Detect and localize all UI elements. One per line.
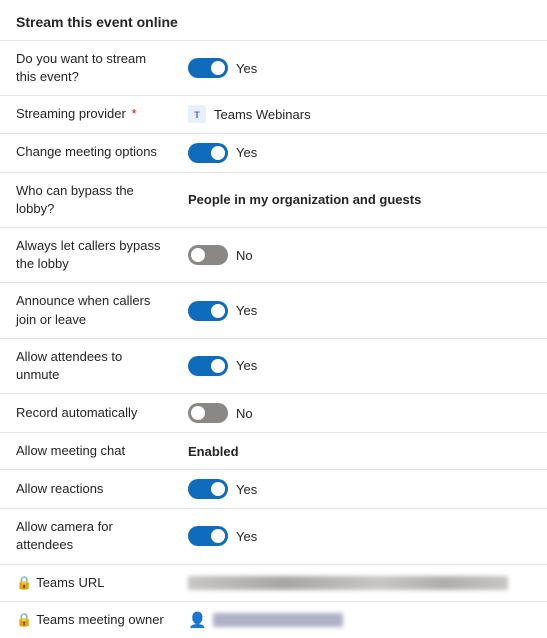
label-change-meeting-options: Change meeting options xyxy=(0,134,180,170)
toggle-label-stream-event: Yes xyxy=(236,61,257,76)
teams-owner-text: Teams xyxy=(36,611,74,629)
svg-text:T: T xyxy=(194,110,200,120)
page-title: Stream this event online xyxy=(0,0,547,40)
bypass-lobby-value: People in my organization and guests xyxy=(188,192,421,207)
label-record-automatically: Record automatically xyxy=(0,395,180,431)
owner-name-value xyxy=(213,613,343,627)
toggle-callers-bypass-lobby[interactable] xyxy=(188,245,228,265)
toggle-record-automatically[interactable] xyxy=(188,403,228,423)
value-streaming-provider: T Teams Webinars xyxy=(180,96,547,132)
lock-icon-url: 🔒 xyxy=(16,574,32,592)
toggle-label-allow-reactions: Yes xyxy=(236,482,257,497)
row-allow-reactions: Allow reactions Yes xyxy=(0,469,547,508)
value-meeting-chat: Enabled xyxy=(180,435,547,468)
row-allow-camera: Allow camera for attendees Yes xyxy=(0,508,547,563)
label-teams-meeting-owner: 🔒 Teams meeting owner xyxy=(0,602,180,638)
value-change-meeting-options: Yes xyxy=(180,134,547,172)
value-allow-reactions: Yes xyxy=(180,470,547,508)
toggle-label-callers-bypass-lobby: No xyxy=(236,248,253,263)
label-announce-callers: Announce when callers join or leave xyxy=(0,283,180,337)
page-container: Stream this event online Do you want to … xyxy=(0,0,547,638)
value-allow-camera: Yes xyxy=(180,517,547,555)
label-allow-reactions: Allow reactions xyxy=(0,471,180,507)
label-teams-url: 🔒 Teams URL xyxy=(0,565,180,601)
value-record-automatically: No xyxy=(180,394,547,432)
toggle-allow-reactions[interactable] xyxy=(188,479,228,499)
toggle-allow-camera[interactable] xyxy=(188,526,228,546)
toggle-allow-unmute[interactable] xyxy=(188,356,228,376)
teams-webinars-icon: T xyxy=(188,105,206,123)
row-teams-meeting-owner: 🔒 Teams meeting owner 👤 xyxy=(0,601,547,638)
toggle-announce-callers[interactable] xyxy=(188,301,228,321)
person-icon: 👤 xyxy=(188,611,207,629)
value-teams-meeting-owner: 👤 xyxy=(180,602,547,638)
row-announce-callers: Announce when callers join or leave Yes xyxy=(0,282,547,337)
value-stream-event: Yes xyxy=(180,49,547,87)
label-stream-event: Do you want to stream this event? xyxy=(0,41,180,95)
row-callers-bypass-lobby: Always let callers bypass the lobby No xyxy=(0,227,547,282)
label-streaming-provider: Streaming provider * xyxy=(0,96,180,132)
row-record-automatically: Record automatically No xyxy=(0,393,547,432)
meeting-chat-value: Enabled xyxy=(188,444,239,459)
label-callers-bypass-lobby: Always let callers bypass the lobby xyxy=(0,228,180,282)
toggle-label-record-automatically: No xyxy=(236,406,253,421)
toggle-label-announce-callers: Yes xyxy=(236,303,257,318)
value-callers-bypass-lobby: No xyxy=(180,236,547,274)
teams-url-text: Teams xyxy=(36,574,74,592)
toggle-change-meeting-options[interactable] xyxy=(188,143,228,163)
row-streaming-provider: Streaming provider * T Teams Webinars xyxy=(0,95,547,132)
teams-url-value xyxy=(188,576,508,590)
toggle-label-allow-unmute: Yes xyxy=(236,358,257,373)
label-bypass-lobby: Who can bypass the lobby? xyxy=(0,173,180,227)
row-stream-event: Do you want to stream this event? Yes xyxy=(0,40,547,95)
label-allow-camera: Allow camera for attendees xyxy=(0,509,180,563)
streaming-provider-label: Teams Webinars xyxy=(214,107,311,122)
label-meeting-chat: Allow meeting chat xyxy=(0,433,180,469)
label-allow-unmute: Allow attendees to unmute xyxy=(0,339,180,393)
value-allow-unmute: Yes xyxy=(180,347,547,385)
value-teams-url xyxy=(180,567,547,599)
row-allow-unmute: Allow attendees to unmute Yes xyxy=(0,338,547,393)
lock-icon-owner: 🔒 xyxy=(16,611,32,629)
row-teams-url: 🔒 Teams URL xyxy=(0,564,547,601)
row-change-meeting-options: Change meeting options Yes xyxy=(0,133,547,172)
required-star: * xyxy=(131,106,136,121)
value-bypass-lobby: People in my organization and guests xyxy=(180,183,547,216)
row-bypass-lobby: Who can bypass the lobby? People in my o… xyxy=(0,172,547,227)
settings-list: Do you want to stream this event? Yes St… xyxy=(0,40,547,638)
toggle-label-change-meeting-options: Yes xyxy=(236,145,257,160)
toggle-stream-event[interactable] xyxy=(188,58,228,78)
row-meeting-chat: Allow meeting chat Enabled xyxy=(0,432,547,469)
value-announce-callers: Yes xyxy=(180,292,547,330)
